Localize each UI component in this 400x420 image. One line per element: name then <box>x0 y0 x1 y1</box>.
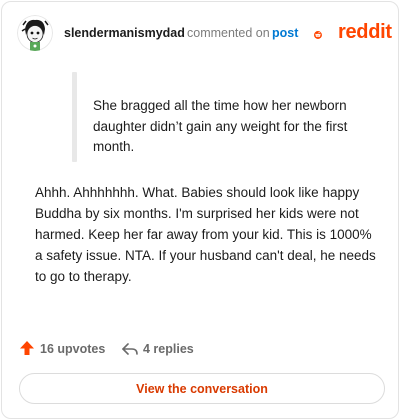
quote-bar <box>72 72 77 162</box>
quoted-text: She bragged all the time how her newborn… <box>93 98 348 154</box>
upvote-arrow-icon[interactable] <box>19 340 35 356</box>
comment-body: Ahhh. Ahhhhhhh. What. Babies should look… <box>35 185 376 284</box>
reddit-wordmark: reddit <box>338 21 392 43</box>
avatar[interactable] <box>17 15 53 51</box>
view-conversation-button[interactable]: View the conversation <box>19 373 385 404</box>
post-link[interactable]: post <box>272 26 298 40</box>
comment-embed-card: slendermanismydad commented on post redd… <box>1 1 399 419</box>
reddit-snoo-icon <box>314 31 322 39</box>
reply-arrow-icon[interactable] <box>121 341 139 357</box>
view-conversation-label: View the conversation <box>136 381 268 396</box>
reply-count[interactable]: 4 replies <box>143 342 194 356</box>
commented-on-text: commented on <box>187 26 270 40</box>
upvote-count: 16 upvotes <box>40 342 106 356</box>
user-avatar-image <box>17 15 53 51</box>
username-link[interactable]: slendermanismydad <box>64 26 185 40</box>
